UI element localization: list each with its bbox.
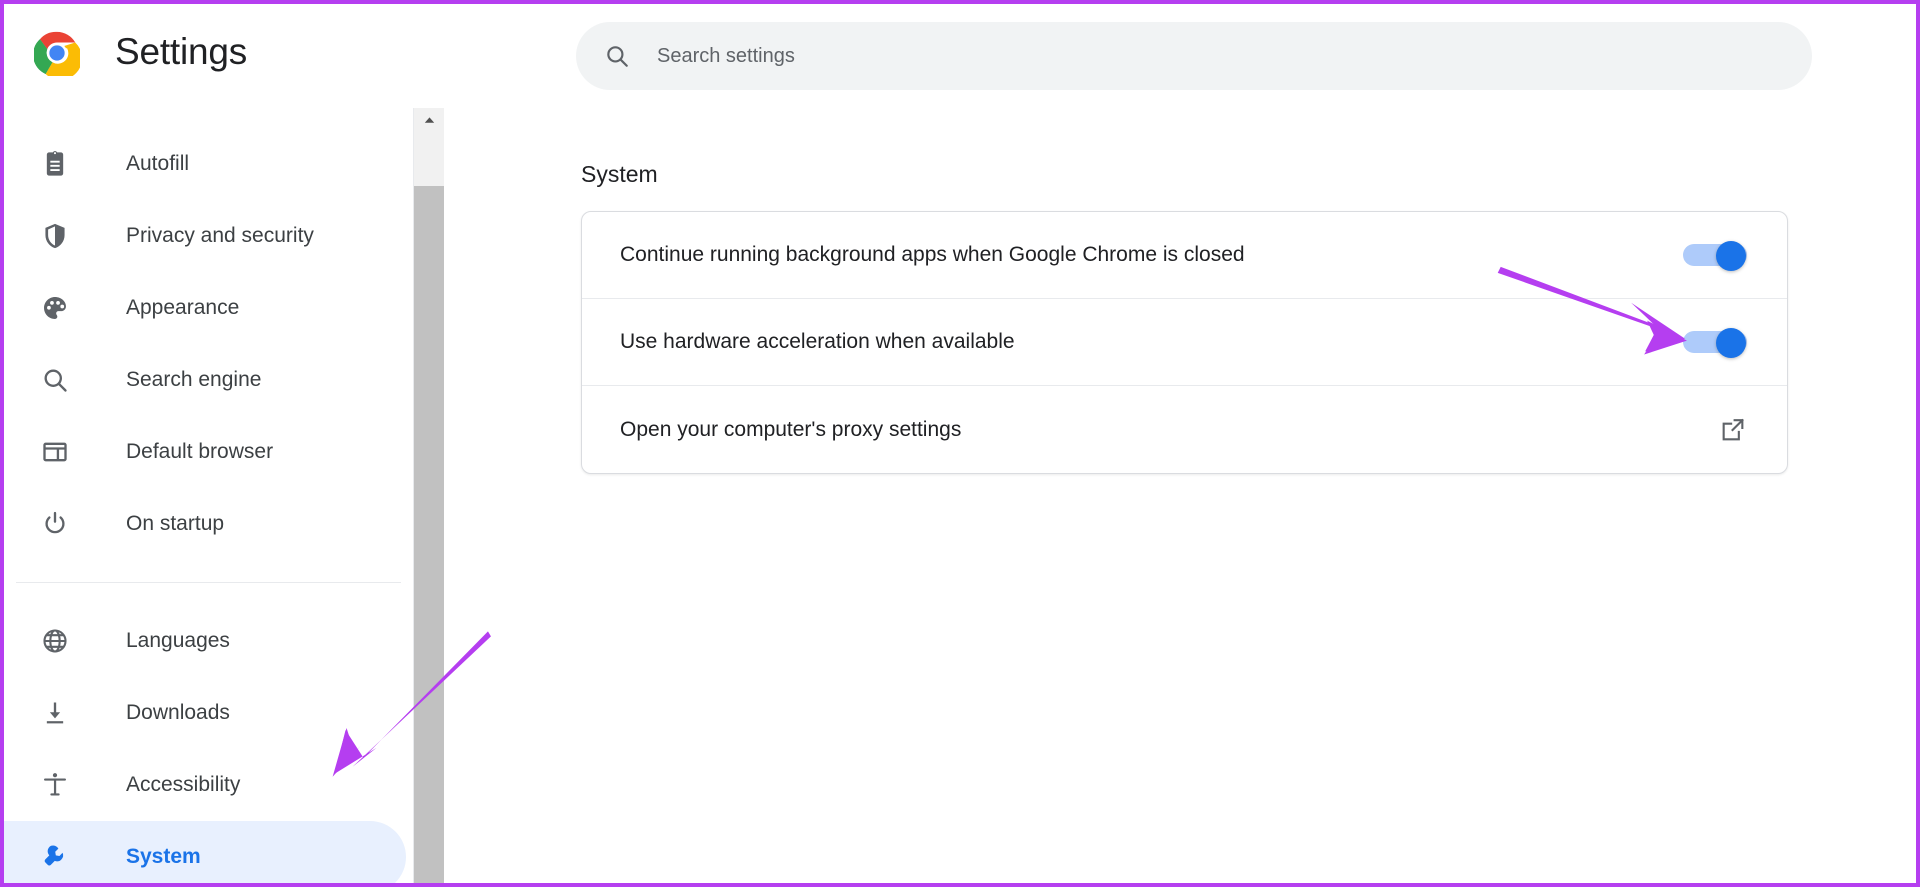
- globe-icon: [40, 626, 70, 656]
- shield-icon: [40, 221, 70, 251]
- row-label: Use hardware acceleration when available: [620, 328, 1683, 356]
- search-icon: [604, 43, 630, 69]
- row-label: Open your computer's proxy settings: [620, 416, 1719, 444]
- clipboard-icon: [40, 149, 70, 179]
- sidebar-item-label: Downloads: [126, 699, 230, 727]
- row-background-apps[interactable]: Continue running background apps when Go…: [582, 212, 1787, 299]
- accessibility-icon: [40, 770, 70, 800]
- settings-main-content: System Continue running background apps …: [444, 108, 1916, 883]
- sidebar-item-label: Default browser: [126, 438, 273, 466]
- search-bar[interactable]: [576, 22, 1812, 90]
- scrollbar-thumb[interactable]: [414, 186, 444, 887]
- sidebar-item-you-and-google-clipped[interactable]: You and Google: [4, 108, 413, 128]
- sidebar-item-label: Appearance: [126, 294, 239, 322]
- sidebar-item-downloads[interactable]: Downloads: [4, 677, 413, 749]
- sidebar-item-default-browser[interactable]: Default browser: [4, 416, 413, 488]
- sidebar-item-label: Search engine: [126, 366, 261, 394]
- scroll-up-button[interactable]: [414, 108, 444, 138]
- screenshot-frame: Settings You and Google: [0, 0, 1920, 887]
- toggle-knob: [1716, 328, 1746, 358]
- sidebar-group-1: Autofill Privacy and security Appearance: [4, 128, 413, 560]
- sidebar-item-languages[interactable]: Languages: [4, 605, 413, 677]
- sidebar-item-autofill[interactable]: Autofill: [4, 128, 413, 200]
- sidebar-item-accessibility[interactable]: Accessibility: [4, 749, 413, 821]
- sidebar-item-label: Privacy and security: [126, 222, 314, 250]
- sidebar-scrollbar[interactable]: [414, 108, 444, 887]
- download-icon: [40, 698, 70, 728]
- row-label: Continue running background apps when Go…: [620, 241, 1683, 269]
- wrench-icon: [40, 842, 70, 872]
- sidebar-item-label: Accessibility: [126, 771, 240, 799]
- page-title: Settings: [115, 28, 247, 76]
- sidebar-divider: [16, 582, 401, 583]
- sidebar-item-label: System: [126, 843, 201, 871]
- external-link-icon[interactable]: [1719, 416, 1747, 444]
- triangle-up-icon: [422, 113, 437, 133]
- browser-window-icon: [40, 437, 70, 467]
- system-settings-card: Continue running background apps when Go…: [581, 211, 1788, 474]
- person-icon: [40, 108, 70, 111]
- row-proxy-settings[interactable]: Open your computer's proxy settings: [582, 386, 1787, 473]
- palette-icon: [40, 293, 70, 323]
- power-icon: [40, 509, 70, 539]
- chevron-down-icon: [358, 108, 380, 110]
- sidebar-item-label: Languages: [126, 627, 230, 655]
- background-apps-toggle[interactable]: [1683, 242, 1747, 268]
- sidebar-item-on-startup[interactable]: On startup: [4, 488, 413, 560]
- sidebar-item-system[interactable]: System: [4, 821, 406, 887]
- sidebar-item-label: On startup: [126, 510, 224, 538]
- row-hardware-acceleration[interactable]: Use hardware acceleration when available: [582, 299, 1787, 386]
- search-icon: [40, 365, 70, 395]
- sidebar-item-label: Autofill: [126, 150, 189, 178]
- section-title: System: [581, 159, 658, 189]
- chrome-logo-icon: [34, 30, 80, 76]
- sidebar-group-2: Languages Downloads: [4, 605, 413, 887]
- sidebar-item-privacy-and-security[interactable]: Privacy and security: [4, 200, 413, 272]
- settings-sidebar: You and Google Autofill: [4, 108, 414, 887]
- sidebar-item-appearance[interactable]: Appearance: [4, 272, 413, 344]
- sidebar-item-search-engine[interactable]: Search engine: [4, 344, 413, 416]
- settings-header: Settings: [4, 4, 1916, 108]
- hardware-acceleration-toggle[interactable]: [1683, 329, 1747, 355]
- search-input[interactable]: [657, 45, 1812, 68]
- toggle-knob: [1716, 241, 1746, 271]
